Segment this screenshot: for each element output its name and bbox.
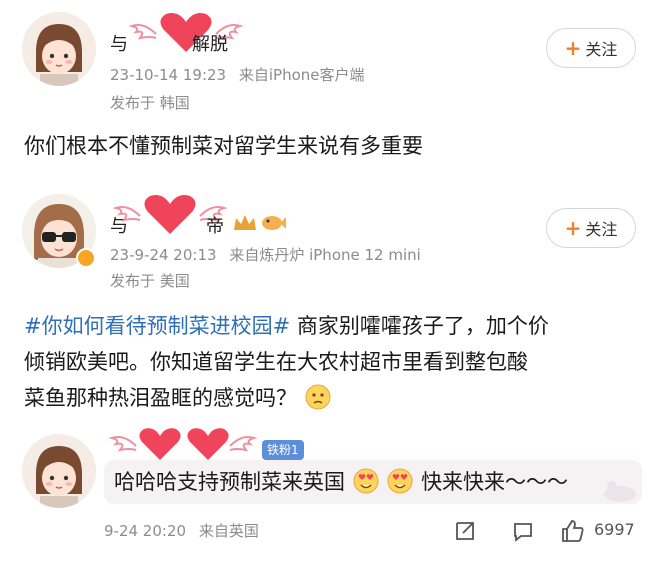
fan-badge[interactable]: 铁粉1	[262, 440, 304, 460]
reply-timestamp: 9-24 20:20	[104, 522, 187, 540]
follow-label: 关注	[585, 220, 618, 239]
reply-text: 哈哈哈支持预制菜来英国 快来快来～～～	[114, 466, 568, 498]
post-text: #你如何看待预制菜进校园# 商家别嚯嚯孩子了，加个价 倾销欧美吧。你知道留学生在…	[24, 310, 644, 414]
avatar-image	[22, 12, 96, 86]
post-text-segment: 商家别嚯嚯孩子了，加个价	[290, 314, 549, 338]
post-location: 发布于 韩国	[110, 94, 190, 112]
post-timestamp: 23-10-14 19:23	[110, 66, 227, 84]
post-meta: 23-9-24 20:13 来自炼丹炉 iPhone 12 mini	[110, 244, 421, 265]
post-text-line-3: 菜鱼那种热泪盈眶的感觉吗？	[24, 382, 644, 414]
post-timestamp: 23-9-24 20:13	[110, 246, 217, 264]
crown-icon	[234, 215, 256, 230]
like-count: 6997	[594, 520, 635, 539]
avatar-image	[22, 434, 96, 508]
like-icon	[562, 520, 584, 542]
reply-text-part-2: 快来快来～～～	[421, 470, 569, 494]
comment-icon	[514, 523, 532, 542]
reply-meta: 9-24 20:20 来自英国	[104, 520, 259, 541]
share-button[interactable]	[448, 514, 482, 548]
reply-source: 来自英国	[198, 522, 259, 540]
plus-icon: +	[564, 216, 582, 240]
post-text-segment: 菜鱼那种热泪盈眶的感觉吗？	[24, 386, 297, 410]
post-1: 与 解脱 23-10-14 19:23 来自iPhone客户端 发布于 韩国 +…	[0, 0, 660, 170]
topic-link[interactable]: #你如何看待预制菜进校园#	[24, 314, 290, 338]
avatar[interactable]	[22, 12, 96, 86]
heart-icon	[128, 13, 244, 52]
heart-eyes-emoji-icon	[353, 468, 379, 494]
post-source: 来自炼丹炉 iPhone 12 mini	[229, 246, 421, 264]
post-location: 发布于 美国	[110, 272, 190, 290]
fish-icon	[262, 216, 286, 230]
heart-icon	[108, 428, 258, 460]
plus-icon: +	[564, 36, 582, 60]
bubble-decoration-icon	[604, 481, 636, 502]
like-button[interactable]	[556, 514, 590, 548]
follow-button[interactable]: + 关注	[546, 28, 636, 68]
post-text: 你们根本不懂预制菜对留学生来说有多重要	[24, 134, 423, 158]
share-icon	[456, 522, 474, 540]
follow-label: 关注	[585, 40, 618, 59]
verified-badge-icon	[76, 248, 96, 268]
username-suffix[interactable]: 帝	[206, 212, 224, 238]
post-text-line-1: #你如何看待预制菜进校园# 商家别嚯嚯孩子了，加个价	[24, 310, 644, 342]
post-2: 与 帝 23-9-24 20:13 来自炼丹炉 iPhone 12 mini 发…	[0, 182, 660, 422]
post-text-line-2: 倾销欧美吧。你知道留学生在大农村超市里看到整包酸	[24, 350, 528, 374]
follow-button[interactable]: + 关注	[546, 208, 636, 248]
comment-button[interactable]	[506, 514, 540, 548]
angel-wings-icon	[108, 436, 258, 452]
reply-text-part-1: 哈哈哈支持预制菜来英国	[114, 470, 345, 494]
sad-face-emoji-icon	[305, 384, 331, 410]
reply-action-bar: 9-24 20:20 来自英国 6997	[0, 508, 660, 556]
username-suffix[interactable]: 解脱	[192, 30, 228, 56]
heart-eyes-emoji-icon	[387, 468, 413, 494]
post-meta: 23-10-14 19:23 来自iPhone客户端	[110, 64, 365, 85]
avatar[interactable]	[22, 434, 96, 508]
post-source: 来自iPhone客户端	[238, 66, 365, 84]
